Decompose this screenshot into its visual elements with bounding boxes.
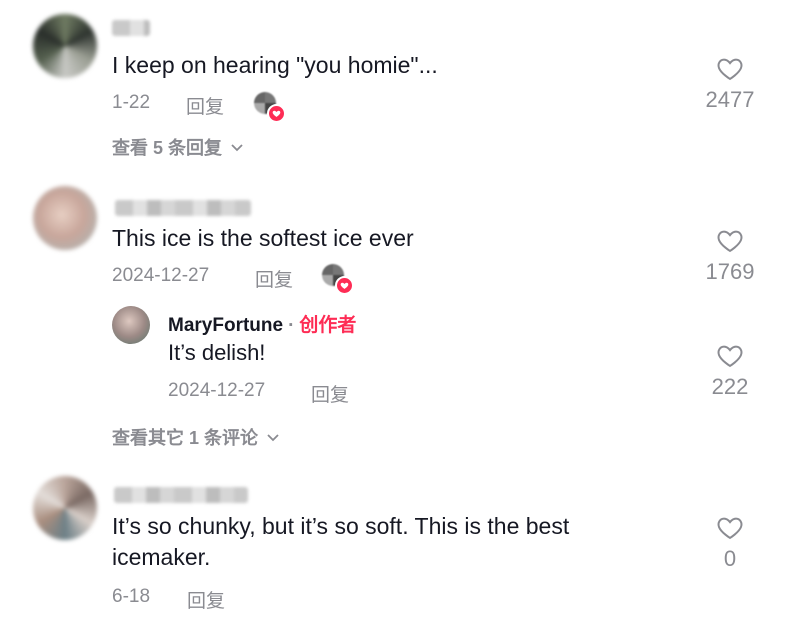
like-button[interactable]: 2477	[690, 55, 770, 113]
creator-badge: 创作者	[299, 315, 357, 336]
like-count: 1769	[705, 259, 755, 284]
reply-date: 2024-12-27	[168, 380, 266, 401]
like-count: 222	[711, 374, 749, 399]
heart-outline-icon	[717, 230, 743, 253]
like-button[interactable]: 222	[690, 342, 770, 400]
chevron-down-icon	[231, 144, 243, 152]
creator-liked-icon	[254, 92, 286, 123]
comment-username-blurred[interactable]	[115, 200, 251, 216]
comment-avatar[interactable]	[33, 14, 97, 78]
like-count: 0	[723, 546, 737, 571]
chevron-down-icon	[267, 434, 279, 442]
heart-outline-icon	[717, 517, 743, 540]
like-count: 2477	[705, 87, 755, 112]
comment-avatar[interactable]	[33, 476, 97, 540]
heart-outline-icon	[717, 58, 743, 81]
reply-author-separator: ·	[288, 315, 295, 336]
reply-author-name[interactable]: MaryFortune	[168, 315, 283, 337]
comment-text: This ice is the softest ice ever	[112, 225, 414, 251]
comment-username-blurred[interactable]	[114, 487, 248, 503]
heart-outline-icon	[717, 345, 743, 368]
view-more-comments-label: 查看其它 1 条评论	[112, 428, 259, 448]
reply-button[interactable]: 回复	[255, 265, 293, 292]
like-button[interactable]: 1769	[690, 227, 770, 285]
reply-button[interactable]: 回复	[186, 92, 224, 119]
comment-avatar[interactable]	[33, 186, 97, 250]
comment-username-blurred[interactable]	[112, 20, 150, 36]
comment-text-line-2: icemaker.	[112, 544, 211, 570]
like-button[interactable]: 0	[690, 514, 770, 572]
comment-text-line-1: It’s so chunky, but it’s so soft. This i…	[112, 513, 570, 539]
comment-text: I keep on hearing "you homie"...	[112, 52, 438, 78]
view-replies-button[interactable]: 查看 5 条回复	[112, 134, 244, 160]
reply-text: It’s delish!	[168, 340, 266, 365]
comment-date: 2024-12-27	[112, 265, 210, 286]
reply-avatar[interactable]	[112, 306, 150, 344]
comment-date: 1-22	[112, 92, 151, 113]
reply-author-line: MaryFortune · 创作者	[168, 310, 356, 337]
creator-liked-icon	[322, 264, 354, 295]
reply-button[interactable]: 回复	[311, 380, 349, 407]
reply-button[interactable]: 回复	[187, 586, 225, 613]
comment-date: 6-18	[112, 586, 151, 607]
view-replies-label: 查看 5 条回复	[112, 138, 223, 158]
view-more-comments-button[interactable]: 查看其它 1 条评论	[112, 424, 280, 450]
